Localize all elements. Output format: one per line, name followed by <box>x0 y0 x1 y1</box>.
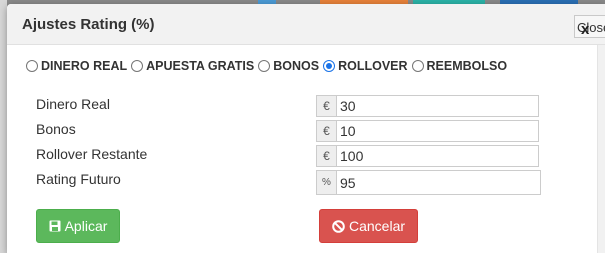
background-page-edge <box>0 0 7 253</box>
radio-button[interactable] <box>258 60 271 72</box>
ban-icon <box>332 219 345 233</box>
radio-label: REEMBOLSO <box>426 59 508 73</box>
radio-option-bonos[interactable]: BONOS <box>258 59 319 73</box>
radio-label: DINERO REAL <box>41 59 128 73</box>
cancel-label: Cancelar <box>348 218 406 234</box>
euro-addon: € <box>316 95 336 117</box>
radio-label: APUESTA GRATIS <box>146 59 255 73</box>
rating-futuro-input[interactable] <box>336 170 541 195</box>
dinero-real-label: Dinero Real <box>36 96 110 112</box>
rating-settings-dialog: Ajustes Rating (%) Close DINERO REAL APU… <box>7 4 605 253</box>
rating-type-radio-group: DINERO REAL APUESTA GRATIS BONOS ROLLOVE… <box>26 56 511 76</box>
radio-label: BONOS <box>273 59 320 73</box>
dialog-title: Ajustes Rating (%) <box>22 16 155 33</box>
dialog-scrollbar[interactable] <box>597 45 605 253</box>
radio-option-rollover[interactable]: ROLLOVER <box>323 59 408 73</box>
bonos-label: Bonos <box>36 121 76 137</box>
rating-futuro-label: Rating Futuro <box>36 171 121 187</box>
radio-button[interactable] <box>26 60 38 72</box>
close-button[interactable]: Close <box>574 15 605 38</box>
rollover-restante-label: Rollover Restante <box>36 146 148 162</box>
radio-option-reembolso[interactable]: REEMBOLSO <box>411 59 508 73</box>
rollover-restante-input[interactable] <box>336 145 539 167</box>
close-icon[interactable]: x <box>581 22 589 37</box>
floppy-disk-icon <box>49 220 61 232</box>
radio-option-dinero-real[interactable]: DINERO REAL <box>26 59 127 73</box>
apply-button[interactable]: Aplicar <box>36 209 120 243</box>
bonos-input[interactable] <box>336 120 539 142</box>
percent-addon: % <box>316 170 336 195</box>
euro-addon: € <box>316 120 336 142</box>
dinero-real-input[interactable] <box>336 95 539 117</box>
cancel-button[interactable]: Cancelar <box>319 209 418 243</box>
radio-button-selected[interactable] <box>323 60 336 72</box>
apply-label: Aplicar <box>64 218 108 234</box>
radio-option-apuesta-gratis[interactable]: APUESTA GRATIS <box>131 59 254 73</box>
euro-addon: € <box>316 145 336 167</box>
radio-button[interactable] <box>411 60 424 72</box>
radio-label: ROLLOVER <box>338 59 408 73</box>
radio-button[interactable] <box>131 60 144 72</box>
dialog-header: Ajustes Rating (%) Close <box>7 4 605 45</box>
